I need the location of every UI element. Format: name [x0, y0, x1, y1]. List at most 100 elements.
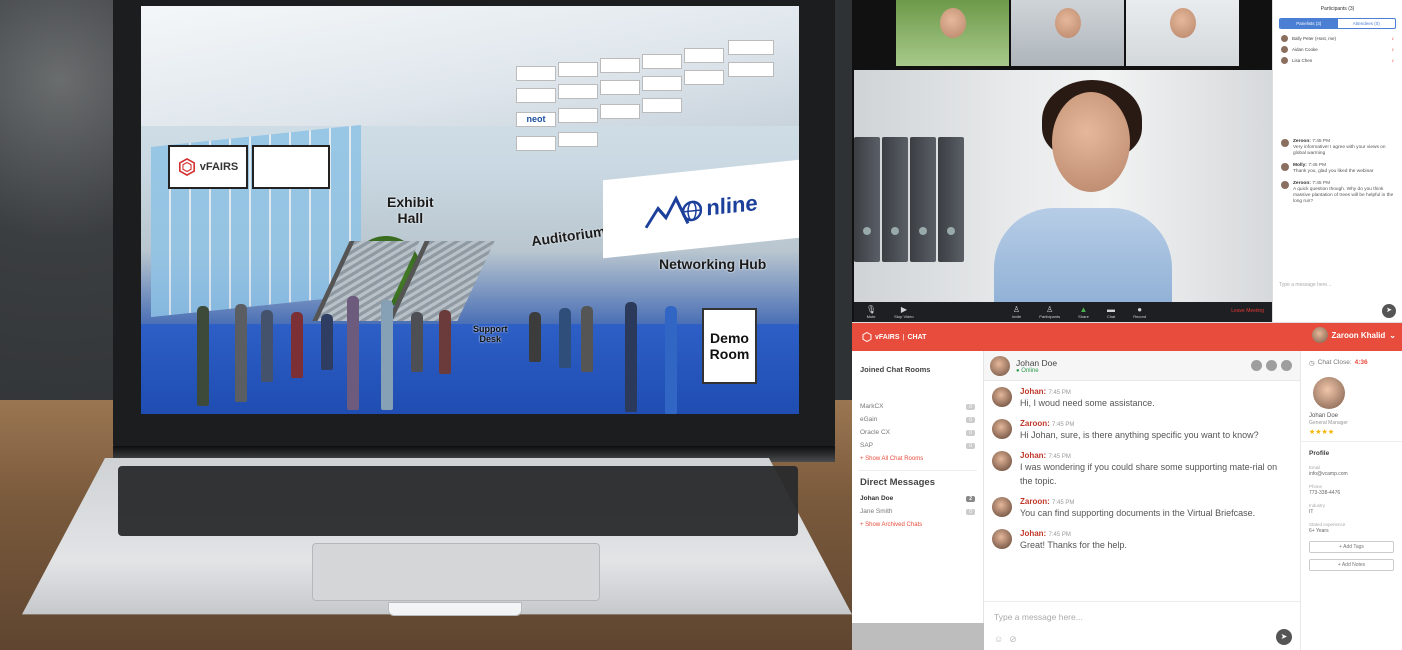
- mute-button[interactable]: 🎙 Mute: [866, 305, 876, 319]
- add-tags-button[interactable]: + Add Tags: [1309, 541, 1394, 553]
- sponsor-logo[interactable]: neot: [516, 112, 556, 127]
- message-composer: Type a message here... ☺ ⊘ ➤: [984, 601, 1300, 650]
- more-icon[interactable]: [1281, 360, 1292, 371]
- attendee-avatar[interactable]: [321, 314, 333, 370]
- attendee-avatar[interactable]: [291, 312, 303, 378]
- vfairs-logo-text: vFAIRS: [199, 161, 239, 173]
- sponsor-logo[interactable]: [600, 104, 640, 119]
- message-text: You can find supporting documents in the…: [1020, 508, 1256, 518]
- user-menu[interactable]: Zaroon Khalid ⌄: [1311, 327, 1396, 343]
- sponsor-logo[interactable]: [728, 40, 774, 55]
- mic-muted-icon[interactable]: ♪: [1392, 58, 1395, 64]
- participant-row[interactable]: Lisa Chen ♪: [1273, 55, 1402, 66]
- auditorium-sign[interactable]: Auditorium: [530, 223, 606, 249]
- sponsor-logo[interactable]: [600, 80, 640, 95]
- message-input[interactable]: Type a message here...: [984, 602, 1300, 632]
- attachment-icon[interactable]: ⊘: [1009, 634, 1017, 645]
- sidebar-item-dm[interactable]: Johan Doe 2: [852, 492, 983, 505]
- attendee-avatar[interactable]: [347, 296, 359, 410]
- sidebar-item-room[interactable]: Oracle CX 0: [852, 426, 983, 439]
- video-icon[interactable]: [1266, 360, 1277, 371]
- chat-close-label: Chat Close:: [1317, 359, 1352, 366]
- attendee-avatar[interactable]: [665, 306, 677, 414]
- tab-attendees[interactable]: Attendees (0): [1338, 19, 1396, 28]
- attendee-avatar[interactable]: [235, 304, 247, 402]
- message-sender: Molly:: [1293, 163, 1307, 168]
- attendee-avatar[interactable]: [439, 310, 451, 374]
- avatar: [1311, 327, 1328, 343]
- avatar: [992, 419, 1012, 439]
- avatar: [990, 355, 1010, 376]
- chat-button[interactable]: ▬ Chat: [1107, 305, 1115, 319]
- status-text: Online: [1021, 367, 1039, 374]
- invite-button[interactable]: ♙ Invite: [1012, 305, 1022, 319]
- stop-video-button[interactable]: ▶ Stop Video: [894, 305, 914, 319]
- conversation-actions: [1251, 360, 1300, 371]
- attendee-avatar[interactable]: [381, 300, 393, 410]
- sponsor-logo[interactable]: [558, 62, 598, 77]
- participant-row[interactable]: Aidan Cooke ♪: [1273, 44, 1402, 55]
- support-desk-sign[interactable]: Support Desk: [473, 324, 508, 344]
- add-notes-button[interactable]: + Add Notes: [1309, 559, 1394, 571]
- attendee-avatar[interactable]: [411, 312, 423, 372]
- sponsor-logo[interactable]: [558, 132, 598, 147]
- attendee-avatar[interactable]: [581, 306, 593, 372]
- field-value: 773-338-4476: [1309, 490, 1341, 496]
- sponsor-logo[interactable]: [642, 76, 682, 91]
- demo-room-sign[interactable]: Demo Room: [702, 308, 757, 384]
- send-icon[interactable]: ➤: [1382, 304, 1396, 318]
- field-label: Industry: [1309, 503, 1326, 508]
- show-all-rooms-link[interactable]: + Show All Chat Rooms: [852, 452, 983, 466]
- sidebar-item-room[interactable]: eGain 0: [852, 413, 983, 426]
- sidebar-item-room[interactable]: MarkCX 0: [852, 400, 983, 413]
- attendee-avatar[interactable]: [261, 310, 273, 382]
- sponsor-logo[interactable]: [558, 108, 598, 123]
- show-archived-link[interactable]: + Show Archived Chats: [852, 518, 983, 532]
- sponsor-logo[interactable]: [728, 62, 774, 77]
- participant-thumbnail[interactable]: [896, 0, 1009, 66]
- mic-muted-icon[interactable]: ♪: [1392, 36, 1395, 42]
- sponsor-logo[interactable]: [684, 48, 724, 63]
- participant-thumbnail[interactable]: [1126, 0, 1239, 66]
- sponsor-logo[interactable]: [516, 136, 556, 151]
- message-text: I was wondering if you could share some …: [1020, 462, 1278, 486]
- participant-row[interactable]: Bally Peter (Host, me) ♪: [1273, 33, 1402, 44]
- attendee-avatar[interactable]: [197, 306, 209, 406]
- sidebar-item-room[interactable]: SAP 0: [852, 439, 983, 452]
- message-text: Great! Thanks for the help.: [1020, 540, 1127, 550]
- sponsor-logo[interactable]: [558, 84, 598, 99]
- emoji-icon[interactable]: ☺: [994, 634, 1003, 645]
- online-banner-text: nline: [706, 190, 758, 221]
- meeting-message-input[interactable]: Type a message here...: [1279, 282, 1331, 288]
- room-name: SAP: [860, 442, 874, 449]
- send-icon[interactable]: ➤: [1276, 629, 1292, 645]
- chat-message: Zaroon: 7:45 PM Hi Johan, sure, is there …: [984, 413, 1300, 445]
- attendee-avatar[interactable]: [625, 302, 637, 412]
- mic-muted-icon[interactable]: ♪: [1392, 47, 1395, 53]
- sponsor-logo[interactable]: [684, 70, 724, 85]
- call-icon[interactable]: [1251, 360, 1262, 371]
- attendee-avatar[interactable]: [529, 312, 541, 362]
- section-name: CHAT: [907, 333, 927, 341]
- chat-message: Zaroon: 7:45 PM You can find supporting d…: [984, 491, 1300, 523]
- tab-panelists[interactable]: Panelists (3): [1280, 19, 1338, 28]
- field-value: info@vcamp.com: [1309, 471, 1348, 477]
- sponsor-logo[interactable]: [516, 66, 556, 81]
- sponsor-logo[interactable]: [642, 98, 682, 113]
- record-button[interactable]: ● Record: [1133, 305, 1146, 319]
- leave-meeting-button[interactable]: Leave Meeting: [1231, 308, 1264, 314]
- sponsor-logo[interactable]: [600, 58, 640, 73]
- sidebar-item-dm[interactable]: Jane Smith 0: [852, 505, 983, 518]
- participants-button[interactable]: ♙ Participants: [1039, 305, 1060, 319]
- vfairs-sign: vFAIRS: [168, 145, 248, 189]
- networking-hub-sign[interactable]: Networking Hub: [659, 256, 766, 272]
- sponsor-logo[interactable]: [516, 88, 556, 103]
- active-speaker-video[interactable]: [854, 70, 1272, 302]
- sponsor-logo[interactable]: [642, 54, 682, 69]
- direct-messages-heading: Direct Messages: [858, 470, 977, 492]
- share-button[interactable]: ▲ Share: [1078, 305, 1089, 319]
- exhibit-hall-sign[interactable]: Exhibit Hall: [387, 194, 434, 226]
- attendee-avatar[interactable]: [559, 308, 571, 368]
- participant-thumbnail[interactable]: [1011, 0, 1124, 66]
